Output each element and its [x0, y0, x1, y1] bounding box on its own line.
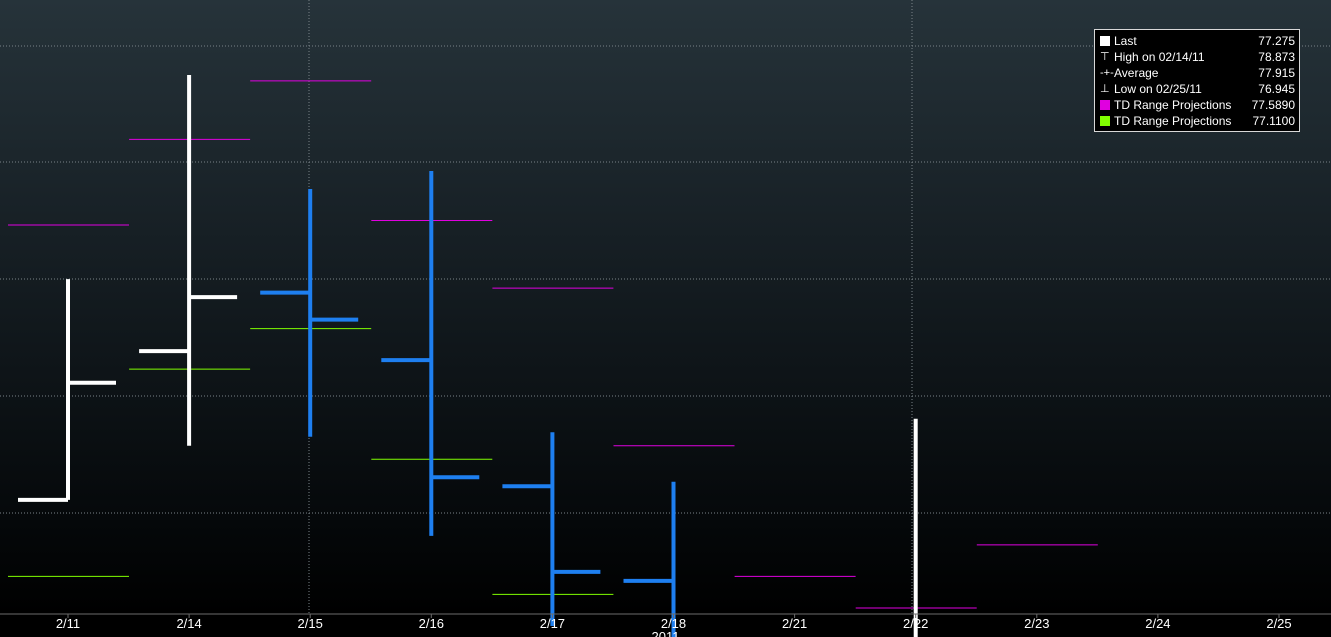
x-tick-label: 2/21 [782, 616, 807, 631]
legend-label: TD Range Projections [1114, 98, 1232, 112]
legend-label: High on 02/14/11 [1114, 50, 1205, 64]
legend-value: 78.873 [1258, 50, 1295, 64]
legend-value: 76.945 [1258, 82, 1295, 96]
legend-row-td-high: TD Range Projections 77.5890 [1100, 97, 1295, 113]
chart-legend: Last 77.275 ⊤ High on 02/14/11 78.873 -+… [1094, 29, 1300, 132]
legend-row-td-low: TD Range Projections 77.1100 [1100, 113, 1295, 129]
legend-value: 77.1100 [1252, 114, 1296, 128]
x-tick-label: 2/23 [1024, 616, 1049, 631]
legend-row-low: ⊥ Low on 02/25/11 76.945 [1100, 81, 1295, 97]
x-tick-label: 2/22 [903, 616, 928, 631]
x-tick-label: 2/17 [540, 616, 565, 631]
average-marker-icon: -+- [1100, 67, 1114, 79]
x-tick-label: 2/15 [298, 616, 323, 631]
legend-swatch-td-high [1100, 100, 1114, 110]
x-tick-label: 2/24 [1145, 616, 1170, 631]
x-tick-label: 2/16 [419, 616, 444, 631]
legend-value: 77.915 [1258, 66, 1295, 80]
legend-row-high: ⊤ High on 02/14/11 78.873 [1100, 49, 1295, 65]
legend-label: Average [1114, 66, 1159, 80]
x-tick-label: 2/11 [56, 616, 80, 631]
legend-value: 77.5890 [1251, 98, 1295, 112]
high-marker-icon: ⊤ [1100, 51, 1110, 63]
x-axis-year-label: 2011 [652, 629, 680, 637]
legend-label: Low on 02/25/11 [1114, 82, 1202, 96]
legend-label: TD Range Projections [1114, 114, 1232, 128]
legend-value: 77.275 [1258, 34, 1295, 48]
legend-row-last: Last 77.275 [1100, 33, 1295, 49]
legend-swatch-td-low [1100, 116, 1114, 126]
legend-label: Last [1114, 34, 1137, 48]
legend-swatch-last [1100, 36, 1114, 46]
legend-row-average: -+- Average 77.915 [1100, 65, 1295, 81]
ohlc-chart: 2/11 2/14 2/15 2/16 2/17 2/18 2/21 2/22 2/23 2/24… [0, 0, 1331, 637]
low-marker-icon: ⊥ [1100, 83, 1110, 95]
x-tick-label: 2/14 [176, 616, 201, 631]
x-tick-label: 2/25 [1266, 616, 1291, 631]
